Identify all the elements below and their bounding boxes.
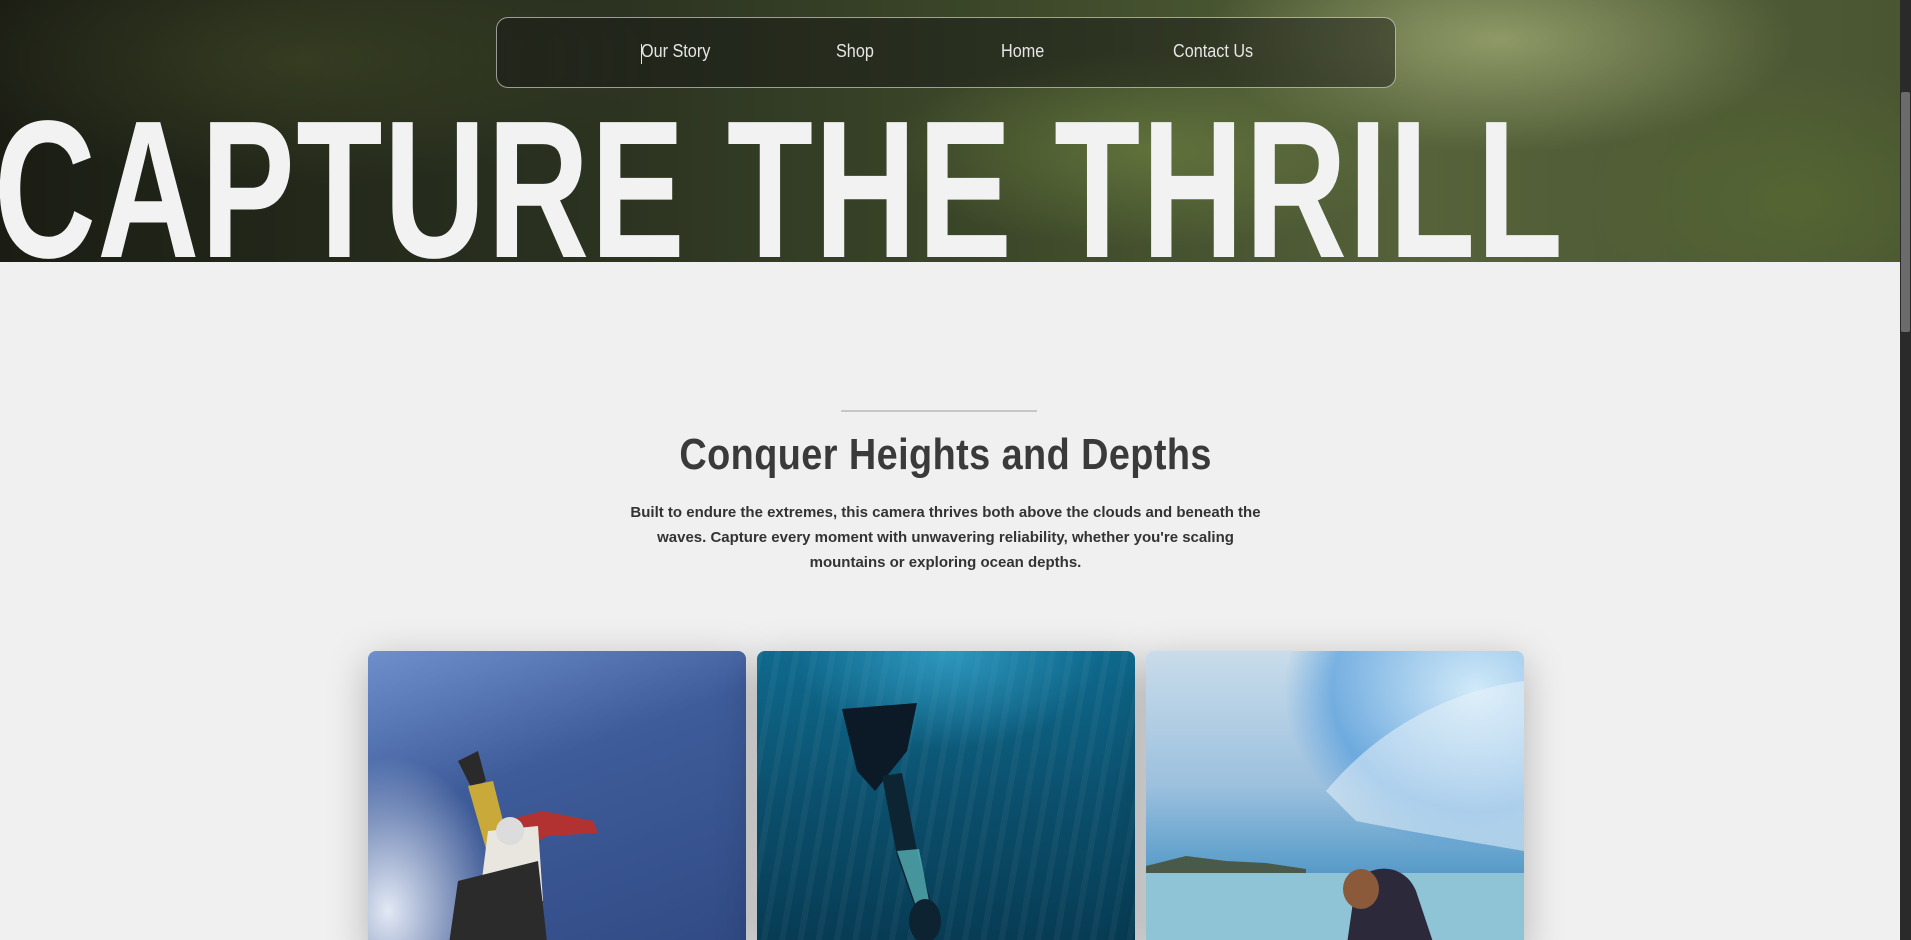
section-divider [841, 410, 1037, 412]
section-title: Conquer Heights and Depths [0, 430, 1891, 480]
scrollbar-thumb[interactable] [1901, 92, 1910, 332]
freediving-photo-card[interactable] [757, 651, 1135, 940]
page-scrollbar[interactable] [1900, 0, 1911, 940]
main-navigation: Our Story Shop Home Contact Us [496, 17, 1396, 88]
nav-link-shop[interactable]: Shop [836, 41, 874, 62]
nav-link-home[interactable]: Home [1001, 41, 1044, 62]
hero-headline: CAPTURE THE THRILL [0, 80, 1565, 263]
nav-link-our-story[interactable]: Our Story [641, 41, 710, 62]
freediver-image [842, 703, 941, 940]
skydiver-image [449, 751, 598, 940]
surfing-photo-card[interactable] [1146, 651, 1524, 940]
skydiving-photo-card[interactable] [368, 651, 746, 940]
surfer-image [1146, 681, 1524, 940]
nav-link-contact-us[interactable]: Contact Us [1173, 41, 1253, 62]
section-description: Built to endure the extremes, this camer… [630, 504, 1261, 571]
section-title-text: Conquer Heights and Depths [679, 430, 1212, 479]
